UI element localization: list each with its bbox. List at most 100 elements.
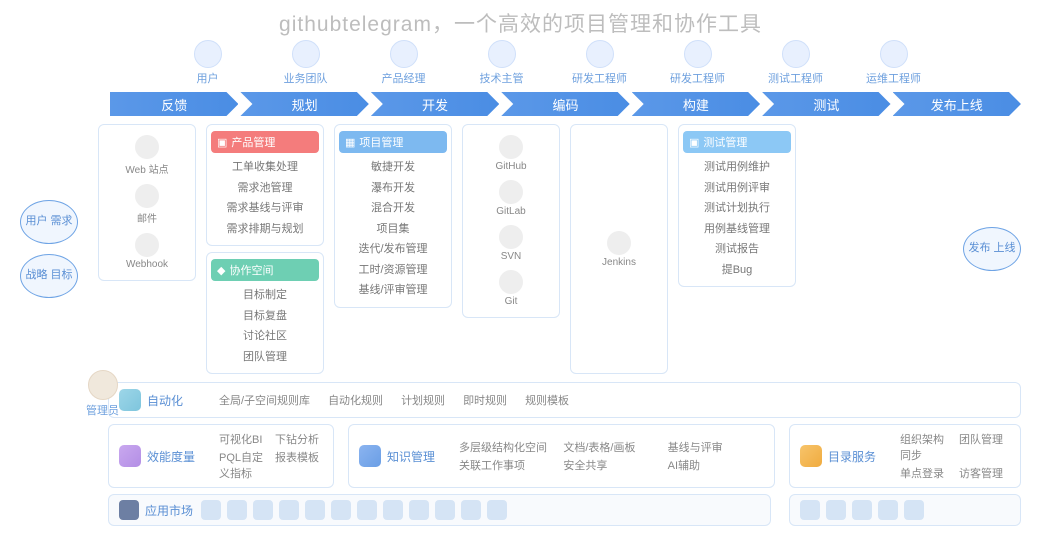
list-item: 敏捷开发 bbox=[339, 157, 447, 178]
list-item: 需求池管理 bbox=[211, 178, 319, 199]
panel-item: AI辅助 bbox=[668, 457, 764, 473]
list-item: 测试报告 bbox=[683, 239, 791, 260]
channel-item: Webhook bbox=[103, 229, 191, 274]
avatar-icon bbox=[488, 40, 516, 68]
build-card: Jenkins bbox=[570, 124, 668, 374]
stage-arrow: 发布上线 bbox=[893, 92, 1021, 116]
list-item: 工时/资源管理 bbox=[339, 260, 447, 281]
list-item: 提Bug bbox=[683, 260, 791, 281]
role-5: 研发工程师 bbox=[664, 40, 732, 86]
chart-icon bbox=[119, 445, 141, 467]
tool-icon bbox=[499, 225, 523, 249]
stage-arrow: 开发 bbox=[371, 92, 499, 116]
channels-card: Web 站点邮件Webhook bbox=[98, 124, 196, 281]
stage-arrow: 规划 bbox=[240, 92, 368, 116]
role-4: 研发工程师 bbox=[566, 40, 634, 86]
panel-item: 文档/表格/画板 bbox=[563, 439, 659, 455]
code-card: GitHubGitLabSVNGit bbox=[462, 124, 560, 318]
automation-panel: 自动化 全局/子空间规则库自动化规则计划规则即时规则规则模板 bbox=[108, 382, 1021, 418]
app-icon bbox=[878, 500, 898, 520]
knowledge-panel: 知识管理 多层级结构化空间文档/表格/画板基线与评审关联工作事项安全共享AI辅助 bbox=[348, 424, 775, 488]
role-6: 测试工程师 bbox=[762, 40, 830, 86]
tool-icon bbox=[499, 135, 523, 159]
list-item: 用例基线管理 bbox=[683, 219, 791, 240]
project-mgmt-card: ▦项目管理 敏捷开发瀑布开发混合开发项目集迭代/发布管理工时/资源管理基线/评审… bbox=[334, 124, 452, 308]
directory-panel: 目录服务 组织架构同步团队管理单点登录访客管理 bbox=[789, 424, 1021, 488]
strategy-node: 战略 目标 bbox=[20, 254, 78, 298]
panel-item: 关联工作事项 bbox=[459, 457, 555, 473]
app-icon bbox=[826, 500, 846, 520]
app-icon bbox=[227, 500, 247, 520]
panel-item: 规则模板 bbox=[525, 392, 569, 408]
avatar-icon bbox=[194, 40, 222, 68]
collab-card: ◆协作空间 目标制定目标复盘讨论社区团队管理 bbox=[206, 252, 324, 374]
panel-item: PQL自定义指标 bbox=[219, 449, 267, 481]
role-row: 用户业务团队产品经理技术主管研发工程师研发工程师测试工程师运维工程师 bbox=[20, 40, 1021, 86]
avatar-icon bbox=[880, 40, 908, 68]
app-icon bbox=[331, 500, 351, 520]
tool-item: GitHub bbox=[467, 131, 555, 176]
app-icon bbox=[852, 500, 872, 520]
app-icon bbox=[279, 500, 299, 520]
tool-item: GitLab bbox=[467, 176, 555, 221]
team-icon: ◆ bbox=[217, 264, 225, 277]
app-market-panel: 应用市场 bbox=[108, 494, 771, 526]
app-icon bbox=[461, 500, 481, 520]
robot-icon bbox=[119, 389, 141, 411]
panel-item: 可视化BI bbox=[219, 431, 267, 447]
list-item: 测试计划执行 bbox=[683, 198, 791, 219]
tool-icon bbox=[499, 270, 523, 294]
tool-icon bbox=[499, 180, 523, 204]
app-icon bbox=[904, 500, 924, 520]
app-icon bbox=[435, 500, 455, 520]
app-icon bbox=[409, 500, 429, 520]
avatar-icon bbox=[684, 40, 712, 68]
test-mgmt-card: ▣测试管理 测试用例维护测试用例评审测试计划执行用例基线管理测试报告提Bug bbox=[678, 124, 796, 287]
list-item: 目标制定 bbox=[211, 285, 319, 306]
stage-arrow: 测试 bbox=[762, 92, 890, 116]
tool-icon bbox=[607, 231, 631, 255]
app-icon bbox=[800, 500, 820, 520]
avatar-icon bbox=[586, 40, 614, 68]
role-1: 业务团队 bbox=[272, 40, 340, 86]
panel-item: 安全共享 bbox=[563, 457, 659, 473]
release-goal-node: 发布 上线 bbox=[963, 227, 1021, 271]
app-icon bbox=[487, 500, 507, 520]
test-icon: ▣ bbox=[689, 136, 699, 149]
wrench-icon bbox=[800, 445, 822, 467]
role-7: 运维工程师 bbox=[860, 40, 928, 86]
stage-arrow: 构建 bbox=[632, 92, 760, 116]
panel-item: 全局/子空间规则库 bbox=[219, 392, 310, 408]
panel-item: 基线与评审 bbox=[668, 439, 764, 455]
channel-item: 邮件 bbox=[103, 180, 191, 229]
tool-item: Git bbox=[467, 266, 555, 311]
avatar-icon bbox=[292, 40, 320, 68]
list-item: 测试用例维护 bbox=[683, 157, 791, 178]
app-icon bbox=[357, 500, 377, 520]
list-item: 讨论社区 bbox=[211, 326, 319, 347]
avatar-icon bbox=[782, 40, 810, 68]
channel-icon bbox=[135, 184, 159, 208]
panel-item: 组织架构同步 bbox=[900, 431, 951, 463]
app-icon bbox=[305, 500, 325, 520]
app-market-panel-2 bbox=[789, 494, 1021, 526]
user-need-node: 用户 需求 bbox=[20, 200, 78, 244]
stage-arrow: 反馈 bbox=[110, 92, 238, 116]
list-item: 混合开发 bbox=[339, 198, 447, 219]
list-item: 工单收集处理 bbox=[211, 157, 319, 178]
stage-arrows: 反馈规划开发编码构建测试发布上线 bbox=[110, 92, 1021, 116]
page-title: githubtelegram，一个高效的项目管理和协作工具 bbox=[20, 8, 1021, 38]
bag-icon bbox=[119, 500, 139, 520]
list-item: 瀑布开发 bbox=[339, 178, 447, 199]
panel-item: 计划规则 bbox=[401, 392, 445, 408]
panel-item: 单点登录 bbox=[900, 465, 951, 481]
panel-item: 访客管理 bbox=[959, 465, 1010, 481]
panel-item: 下钻分析 bbox=[275, 431, 323, 447]
list-item: 迭代/发布管理 bbox=[339, 239, 447, 260]
tool-item: SVN bbox=[467, 221, 555, 266]
perf-panel: 效能度量 可视化BI下钻分析PQL自定义指标报表模板 bbox=[108, 424, 334, 488]
stage-arrow: 编码 bbox=[501, 92, 629, 116]
panel-item: 报表模板 bbox=[275, 449, 323, 481]
admin-role: 管理员 bbox=[86, 370, 119, 418]
role-2: 产品经理 bbox=[370, 40, 438, 86]
